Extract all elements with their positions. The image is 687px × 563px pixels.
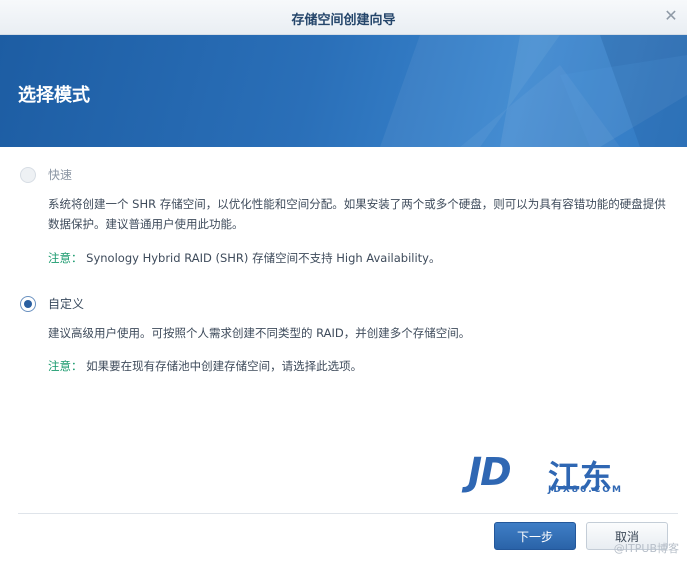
quick-note-text: Synology Hybrid RAID (SHR) 存储空间不支持 High … [82,251,441,265]
custom-description: 建议高级用户使用。可按照个人需求创建不同类型的 RAID，并创建多个存储空间。 [48,326,471,340]
custom-note: 注意： 如果要在现有存储池中创建存储空间，请选择此选项。 [48,358,362,374]
footer-divider [18,513,678,514]
watermark-url: JDX86.COM [548,485,623,495]
close-icon[interactable]: ✕ [663,8,679,24]
storage-wizard-dialog: 存储空间创建向导 ✕ 选择模式 快速 系统将创建一个 SHR 存储空间，以优化性… [0,0,687,563]
dialog-title: 存储空间创建向导 [291,13,396,28]
radio-label-custom: 自定义 [48,297,85,311]
itpub-watermark: @ITPUB博客 [613,542,679,555]
next-button[interactable]: 下一步 [494,522,576,550]
jdx86-watermark-logo: JD 江东 JDX86.COM [468,450,643,498]
radio-custom[interactable] [20,295,36,312]
radio-quick[interactable] [20,166,36,183]
quick-note-prefix: 注意： [48,251,83,265]
header-banner: 选择模式 [0,35,687,147]
banner-title: 选择模式 [18,85,90,106]
radio-option-quick[interactable]: 快速 [20,166,72,183]
quick-note: 注意： Synology Hybrid RAID (SHR) 存储空间不支持 H… [48,250,441,266]
watermark-jd: JD [468,450,512,494]
custom-note-prefix: 注意： [48,359,83,373]
dialog-titlebar: 存储空间创建向导 ✕ [0,0,687,35]
radio-label-quick: 快速 [48,168,73,182]
radio-option-custom[interactable]: 自定义 [20,295,84,312]
quick-description: 系统将创建一个 SHR 存储空间，以优化性能和空间分配。如果安装了两个或多个硬盘… [48,197,666,231]
custom-note-text: 如果要在现有存储池中创建存储空间，请选择此选项。 [82,359,363,373]
banner-decoration [380,35,687,147]
